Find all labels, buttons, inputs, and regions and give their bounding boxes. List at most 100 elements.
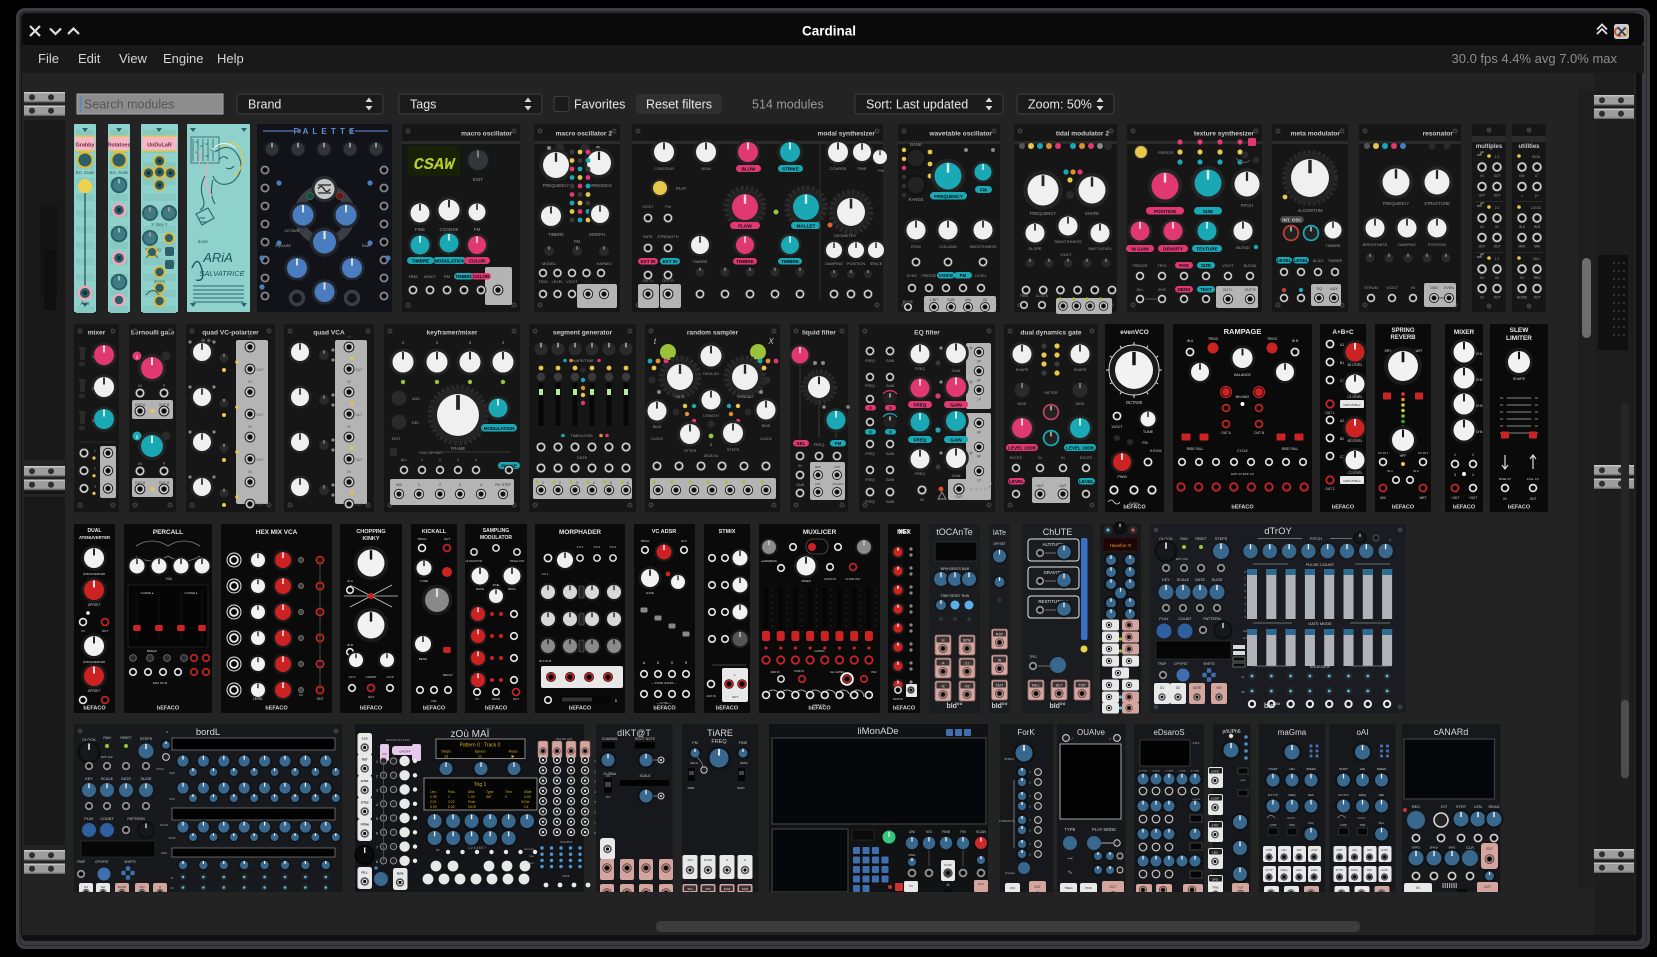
svg-text:CHOKE ▸: CHOKE ▸ bbox=[184, 591, 198, 595]
svg-text:SHIFTS: SHIFTS bbox=[1203, 662, 1214, 666]
svg-text:SLIDE: SLIDE bbox=[1212, 578, 1223, 582]
svg-text:X Step Y: X Step Y bbox=[151, 222, 168, 227]
svg-text:OUT: OUT bbox=[256, 413, 263, 417]
svg-text:IN: IN bbox=[248, 470, 252, 474]
svg-text:Help: Help bbox=[217, 51, 244, 66]
svg-text:ATENUVERTER: ATENUVERTER bbox=[79, 535, 110, 540]
svg-text:3: 3 bbox=[1454, 473, 1456, 477]
svg-text:G2: G2 bbox=[101, 885, 105, 889]
svg-text:TRI: TRI bbox=[706, 887, 711, 891]
svg-text:G1: G1 bbox=[1160, 686, 1164, 690]
svg-text:bEFACO: bEFACO bbox=[1392, 505, 1415, 511]
svg-text:UnDuLaR: UnDuLaR bbox=[147, 143, 172, 149]
svg-text:SCALE: SCALE bbox=[1177, 578, 1190, 582]
svg-text:P: P bbox=[163, 462, 166, 466]
svg-text:∿: ∿ bbox=[1521, 194, 1524, 198]
svg-text:ATENUVERTER: ATENUVERTER bbox=[83, 572, 106, 576]
svg-text:V: V bbox=[744, 858, 746, 862]
svg-text:FREQUENCY: FREQUENCY bbox=[1383, 201, 1409, 206]
svg-text:OFF: OFF bbox=[606, 796, 611, 799]
svg-text:texture synthesizer: texture synthesizer bbox=[1194, 131, 1255, 138]
svg-text:TUNE: TUNE bbox=[420, 579, 428, 583]
svg-text:IN: IN bbox=[1411, 286, 1415, 290]
svg-text:LP1: LP1 bbox=[815, 482, 821, 486]
svg-text:CHOPPING: CHOPPING bbox=[356, 529, 385, 535]
svg-text:∿: ∿ bbox=[1067, 870, 1072, 876]
svg-text:CLOCK OUT: CLOCK OUT bbox=[845, 577, 861, 581]
svg-text:V/Oct: V/Oct bbox=[521, 800, 530, 804]
svg-text:GATE: GATE bbox=[161, 852, 168, 855]
svg-text:VOL: VOL bbox=[166, 577, 173, 581]
svg-text:IN: IN bbox=[248, 335, 252, 339]
svg-text:CHOKE ▸: CHOKE ▸ bbox=[140, 591, 154, 595]
svg-text:PWM: PWM bbox=[1117, 475, 1126, 479]
svg-text:tidal modulator 2: tidal modulator 2 bbox=[1056, 131, 1109, 138]
svg-text:LEVEL: LEVEL bbox=[1079, 479, 1094, 484]
svg-text:PULSE: PULSE bbox=[160, 824, 168, 827]
svg-text:CHOPP: CHOPP bbox=[366, 675, 377, 679]
svg-text:GATE: GATE bbox=[577, 455, 588, 460]
svg-text:TOOLBOX: TOOLBOX bbox=[560, 840, 573, 844]
svg-text:RST: RST bbox=[382, 753, 387, 756]
svg-text:V/O: V/O bbox=[1010, 886, 1016, 890]
svg-text:FREQ: FREQ bbox=[915, 472, 925, 476]
svg-text:OUT: OUT bbox=[1534, 296, 1541, 300]
svg-text:KINKY: KINKY bbox=[362, 536, 379, 542]
svg-text:UNI: UNI bbox=[909, 830, 915, 834]
svg-text:random sampler: random sampler bbox=[687, 330, 739, 337]
svg-text:0.00: 0.00 bbox=[430, 805, 437, 809]
svg-text:TiARE: TiARE bbox=[707, 728, 733, 738]
svg-text:DENSITY: DENSITY bbox=[1163, 247, 1183, 252]
svg-text:SLIDE: SLIDE bbox=[141, 777, 152, 781]
svg-text:STEPS: STEPS bbox=[727, 448, 740, 452]
svg-text:LP2: LP2 bbox=[834, 465, 840, 469]
svg-text:EXT IN: EXT IN bbox=[663, 259, 678, 264]
svg-text:OUT: OUT bbox=[355, 503, 362, 507]
svg-text:H.SYNC: H.SYNC bbox=[1150, 449, 1163, 453]
svg-text:GAIN: GAIN bbox=[886, 452, 895, 456]
svg-text:PITCH: PITCH bbox=[1310, 536, 1322, 541]
svg-text:ODD: ODD bbox=[1430, 286, 1438, 290]
svg-text:⊖ ⊕: ⊖ ⊕ bbox=[201, 338, 211, 344]
svg-text:P: P bbox=[163, 384, 166, 388]
svg-text:IN L: IN L bbox=[1137, 288, 1144, 292]
svg-text:FM: FM bbox=[474, 227, 481, 232]
svg-text:OUT: OUT bbox=[1479, 194, 1486, 198]
svg-text:0: 0 bbox=[889, 405, 892, 410]
svg-text:1: 1 bbox=[418, 483, 420, 487]
svg-text:evenVCO: evenVCO bbox=[1120, 329, 1148, 336]
svg-text:SHAPE: SHAPE bbox=[1074, 368, 1087, 372]
svg-text:— CV INs —: — CV INs — bbox=[656, 701, 672, 705]
svg-text:bEFACO: bEFACO bbox=[423, 706, 446, 712]
svg-text:FREQ: FREQ bbox=[865, 359, 875, 363]
svg-text:Presets: Presets bbox=[1005, 871, 1015, 875]
svg-text:SYNC: SYNC bbox=[944, 863, 952, 867]
svg-text:TRIGG OUT: TRIGG OUT bbox=[510, 559, 525, 563]
svg-text:CPY/PST: CPY/PST bbox=[1174, 662, 1188, 666]
svg-text:EQ filter: EQ filter bbox=[914, 330, 940, 337]
svg-text:OUT: OUT bbox=[978, 882, 985, 886]
svg-text:1 2 3 4 5 6: 1 2 3 4 5 6 7 bbox=[468, 846, 486, 850]
svg-text:VOICE: VOICE bbox=[939, 273, 953, 278]
svg-text:Len.: Len. bbox=[430, 790, 437, 794]
svg-text:GATE: GATE bbox=[1195, 578, 1206, 582]
svg-text:FALL: FALL bbox=[1032, 683, 1040, 687]
svg-text:SPEED: SPEED bbox=[801, 579, 810, 583]
svg-text:IN: IN bbox=[347, 380, 351, 384]
svg-text:EXCITE: EXCITE bbox=[1080, 456, 1093, 460]
svg-text:TRSP: TRSP bbox=[1158, 662, 1167, 666]
svg-text:G: G bbox=[1029, 853, 1031, 857]
svg-text:2: 2 bbox=[439, 458, 441, 462]
svg-text:SEL: SEL bbox=[797, 441, 806, 446]
svg-text:bEFACO: bEFACO bbox=[653, 706, 676, 712]
svg-text:ForK: ForK bbox=[1017, 728, 1035, 737]
svg-text:bEFACO: bEFACO bbox=[485, 706, 508, 712]
svg-text:IN R: IN R bbox=[1158, 288, 1166, 292]
svg-text:OUT: OUT bbox=[955, 495, 962, 499]
svg-text:G: G bbox=[1029, 829, 1031, 833]
svg-text:Read: Read bbox=[508, 750, 517, 754]
svg-text:BEND: BEND bbox=[419, 657, 428, 661]
svg-text:Ext. Scale: Ext. Scale bbox=[76, 170, 96, 175]
svg-text:OUT 1: OUT 1 bbox=[1325, 411, 1335, 415]
svg-text:IN 2: IN 2 bbox=[1413, 469, 1419, 473]
